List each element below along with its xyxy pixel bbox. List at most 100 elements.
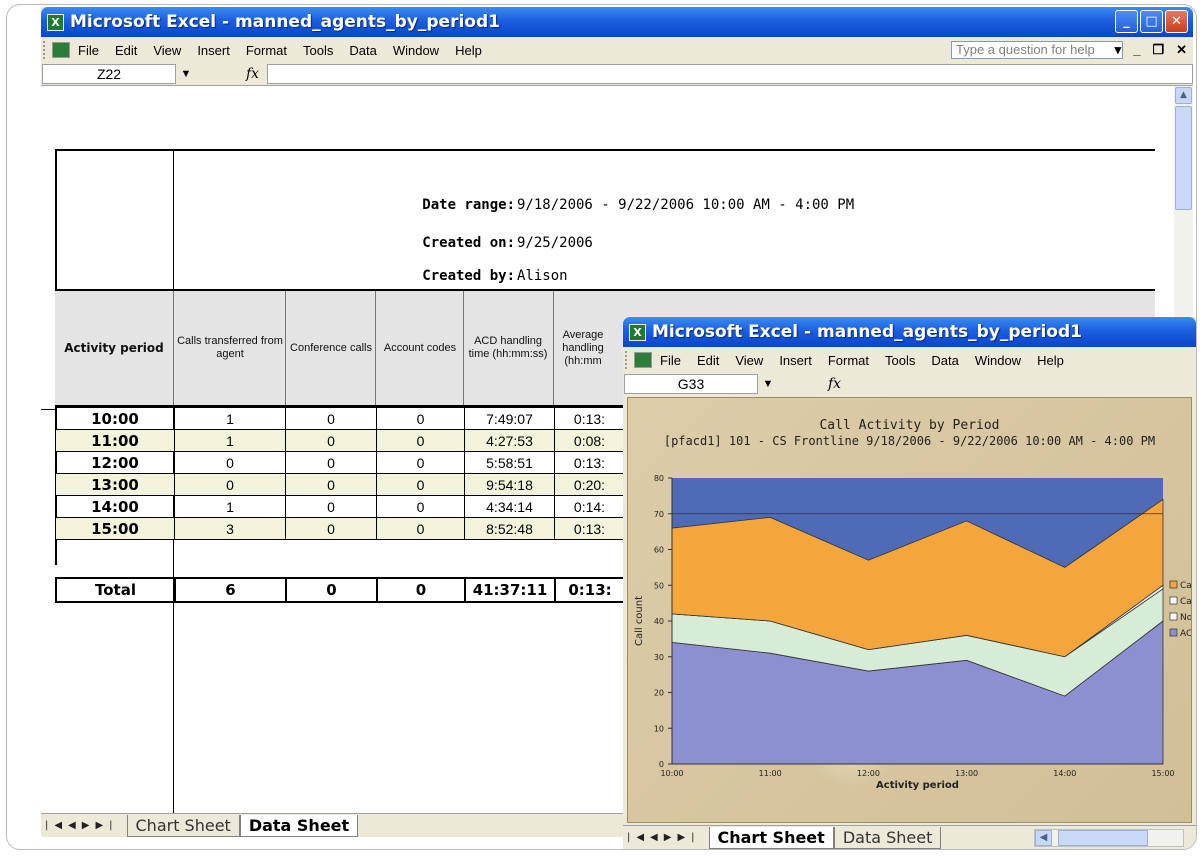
scroll-left-icon[interactable]: ◀ <box>1035 830 1052 846</box>
scroll-thumb[interactable] <box>1058 830 1148 846</box>
name-box-dropdown-icon[interactable]: ▼ <box>758 378 778 390</box>
total-transferred[interactable]: 6 <box>174 577 287 603</box>
cell-transferred[interactable]: 3 <box>174 517 286 540</box>
doc-restore-icon[interactable]: ❐ <box>1152 42 1164 58</box>
horizontal-scrollbar[interactable]: ◀ <box>1034 829 1184 847</box>
legend-swatch <box>1169 628 1178 637</box>
formula-input[interactable] <box>267 64 1193 84</box>
menu-edit[interactable]: Edit <box>115 43 137 58</box>
cell-avg[interactable]: 0:13: <box>554 451 625 474</box>
y-tick-label: 10 <box>654 724 664 733</box>
cell-acd-time[interactable]: 5:58:51 <box>464 451 555 474</box>
cell-conference[interactable]: 0 <box>285 517 377 540</box>
y-tick-label: 30 <box>654 653 664 662</box>
cell-avg[interactable]: 0:20: <box>554 473 625 496</box>
cell-avg[interactable]: 0:13: <box>554 407 625 430</box>
cell-account[interactable]: 0 <box>376 407 465 430</box>
name-box-dropdown-icon[interactable]: ▼ <box>176 68 196 80</box>
cell-period[interactable]: 10:00 <box>55 407 175 430</box>
x-axis-title: Activity period <box>876 780 959 791</box>
cell-acd-time[interactable]: 4:27:53 <box>464 429 555 452</box>
maximize-button[interactable]: □ <box>1140 10 1163 33</box>
help-dropdown-icon[interactable]: ▾ <box>1115 42 1122 58</box>
total-avg[interactable]: 0:13: <box>554 577 626 603</box>
cell-conference[interactable]: 0 <box>285 429 377 452</box>
menu-insert[interactable]: Insert <box>197 43 230 58</box>
col-header-calls-transferred: Calls transferred from agent <box>177 335 283 360</box>
minimize-button[interactable]: _ <box>1115 10 1138 33</box>
cell-avg[interactable]: 0:13: <box>554 517 625 540</box>
tab-chart-sheet[interactable]: Chart Sheet <box>708 826 834 849</box>
tab-data-sheet[interactable]: Data Sheet <box>833 826 942 849</box>
doc-minimize-icon[interactable]: _ <box>1133 42 1140 58</box>
menu-tools[interactable]: Tools <box>303 43 333 58</box>
tab-chart-sheet[interactable]: Chart Sheet <box>126 814 240 837</box>
scroll-up-icon[interactable]: ▲ <box>1175 87 1192 104</box>
cell-acd-time[interactable]: 8:52:48 <box>464 517 555 540</box>
cell-acd-time[interactable]: 7:49:07 <box>464 407 555 430</box>
cell-period[interactable]: 14:00 <box>55 495 175 518</box>
cell-transferred[interactable]: 1 <box>174 495 286 518</box>
cell-account[interactable]: 0 <box>376 451 465 474</box>
total-account[interactable]: 0 <box>376 577 466 603</box>
cell-period[interactable]: 12:00 <box>55 451 175 474</box>
menu-window[interactable]: Window <box>975 353 1021 368</box>
cell-avg[interactable]: 0:14: <box>554 495 625 518</box>
total-label[interactable]: Total <box>55 577 176 603</box>
workbook-icon[interactable] <box>52 42 70 58</box>
menu-file[interactable]: File <box>78 43 99 58</box>
doc-close-icon[interactable]: ✕ <box>1176 42 1187 58</box>
menu-tools[interactable]: Tools <box>885 353 915 368</box>
cell-account[interactable]: 0 <box>376 429 465 452</box>
menu-insert[interactable]: Insert <box>779 353 812 368</box>
cell-acd-time[interactable]: 9:54:18 <box>464 473 555 496</box>
x-tick-label: 12:00 <box>857 769 880 778</box>
cell-conference[interactable]: 0 <box>285 407 377 430</box>
help-search-input[interactable]: Type a question for help <box>951 41 1123 59</box>
sheet-nav-arrows-icon[interactable]: |◀◀▶▶| <box>627 832 701 843</box>
name-box[interactable]: G33 <box>624 374 758 394</box>
cell-avg[interactable]: 0:08: <box>554 429 625 452</box>
menu-view[interactable]: View <box>735 353 763 368</box>
total-row: Total 6 0 0 41:37:11 0:13: <box>55 577 626 603</box>
y-tick-label: 0 <box>659 760 664 769</box>
chart-area[interactable]: Call Activity by Period [pfacd1] 101 - C… <box>627 397 1192 823</box>
total-acd-time[interactable]: 41:37:11 <box>464 577 556 603</box>
cell-transferred[interactable]: 1 <box>174 429 286 452</box>
sheet-nav-arrows-icon[interactable]: |◀◀▶▶| <box>45 820 119 831</box>
cell-conference[interactable]: 0 <box>285 495 377 518</box>
workbook-icon[interactable] <box>634 352 652 368</box>
cell-conference[interactable]: 0 <box>285 473 377 496</box>
total-conference[interactable]: 0 <box>285 577 378 603</box>
menu-data[interactable]: Data <box>931 353 958 368</box>
menu-data[interactable]: Data <box>349 43 376 58</box>
formula-bar: G33 ▼ fx <box>623 373 1196 395</box>
cell-period[interactable]: 15:00 <box>55 517 175 540</box>
menu-help[interactable]: Help <box>455 43 482 58</box>
cell-period[interactable]: 11:00 <box>55 429 175 452</box>
menu-format[interactable]: Format <box>828 353 869 368</box>
cell-account[interactable]: 0 <box>376 517 465 540</box>
fx-icon[interactable]: fx <box>246 66 259 82</box>
cell-transferred[interactable]: 0 <box>174 473 286 496</box>
cell-conference[interactable]: 0 <box>285 451 377 474</box>
close-button[interactable]: ✕ <box>1165 10 1188 33</box>
menu-view[interactable]: View <box>153 43 181 58</box>
header-divider <box>285 291 286 405</box>
menu-edit[interactable]: Edit <box>697 353 719 368</box>
cell-account[interactable]: 0 <box>376 473 465 496</box>
cell-account[interactable]: 0 <box>376 495 465 518</box>
name-box[interactable]: Z22 <box>42 64 176 84</box>
cell-period[interactable]: 13:00 <box>55 473 175 496</box>
menu-format[interactable]: Format <box>246 43 287 58</box>
menu-file[interactable]: File <box>660 353 681 368</box>
menu-window[interactable]: Window <box>393 43 439 58</box>
fx-icon[interactable]: fx <box>828 376 841 392</box>
scroll-thumb[interactable] <box>1175 106 1192 210</box>
cell-transferred[interactable]: 1 <box>174 407 286 430</box>
x-tick-label: 10:00 <box>660 769 683 778</box>
cell-acd-time[interactable]: 4:34:14 <box>464 495 555 518</box>
tab-data-sheet[interactable]: Data Sheet <box>239 814 359 837</box>
menu-help[interactable]: Help <box>1037 353 1064 368</box>
cell-transferred[interactable]: 0 <box>174 451 286 474</box>
